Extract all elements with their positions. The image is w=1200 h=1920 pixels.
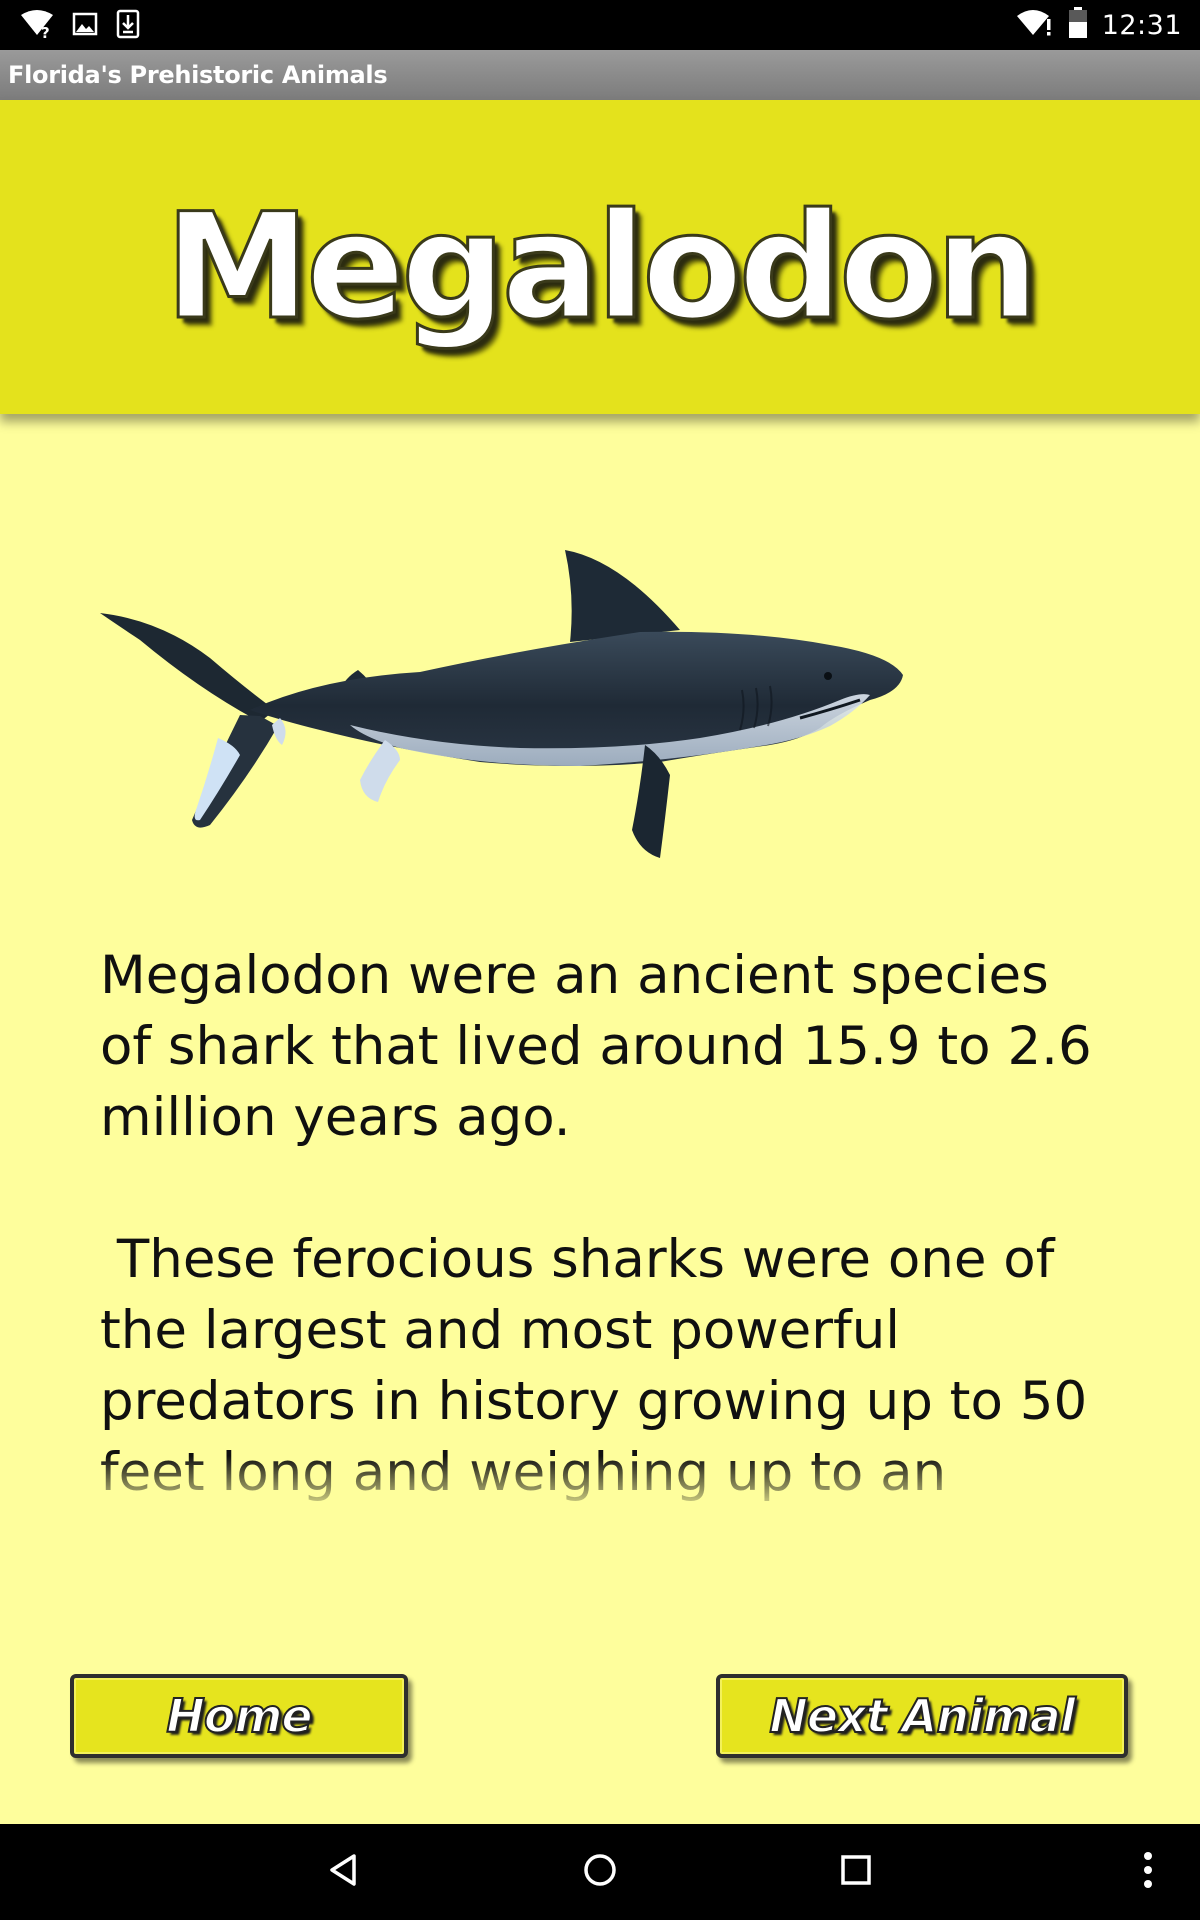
- app-screen: ? 12:31 Florida's Prehistoric Animals Me…: [0, 0, 1200, 1920]
- recents-button[interactable]: [808, 1824, 904, 1920]
- download-icon: [116, 9, 140, 43]
- status-clock: 12:31: [1101, 9, 1182, 41]
- back-icon: [324, 1850, 364, 1894]
- app-title-bar: Florida's Prehistoric Animals: [0, 50, 1200, 100]
- image-notification-icon: [72, 11, 98, 41]
- battery-icon: [1068, 7, 1088, 43]
- header-banner: Megalodon: [0, 100, 1200, 414]
- home-button[interactable]: Home: [70, 1674, 408, 1758]
- description-paragraph-2: These ferocious sharks were one of the l…: [100, 1229, 1088, 1540]
- wifi-unknown-icon: ?: [20, 9, 54, 43]
- description-paragraph-1: Megalodon were an ancient species of sha…: [100, 945, 1092, 1148]
- system-nav-bar: [0, 1824, 1200, 1920]
- svg-text:?: ?: [41, 24, 50, 39]
- recents-icon: [836, 1850, 876, 1894]
- home-nav-button[interactable]: [552, 1824, 648, 1920]
- animal-title: Megalodon: [163, 181, 1040, 354]
- app-title: Florida's Prehistoric Animals: [8, 61, 388, 89]
- next-animal-button[interactable]: Next Animal: [716, 1674, 1128, 1758]
- wifi-alert-icon: [1016, 8, 1054, 42]
- status-right-icons: 12:31: [1016, 0, 1182, 50]
- shark-illustration: [100, 540, 1000, 880]
- home-circle-icon: [580, 1850, 620, 1894]
- overflow-menu-button[interactable]: [1100, 1824, 1196, 1920]
- overflow-menu-icon: [1142, 1850, 1154, 1894]
- status-left-icons: ?: [20, 9, 140, 43]
- animal-description[interactable]: Megalodon were an ancient species of sha…: [100, 940, 1100, 1540]
- status-bar: ? 12:31: [0, 0, 1200, 50]
- back-button[interactable]: [296, 1824, 392, 1920]
